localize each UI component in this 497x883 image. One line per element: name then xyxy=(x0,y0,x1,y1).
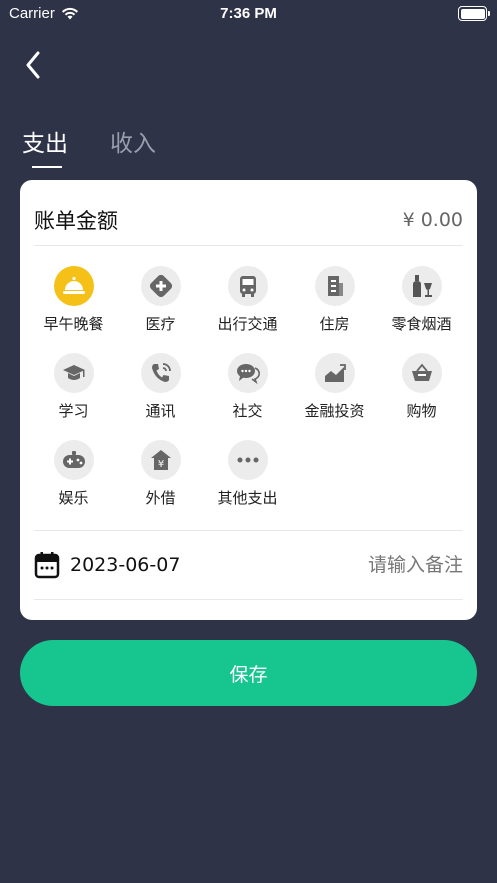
svg-text:¥: ¥ xyxy=(157,459,163,470)
trend-chart-icon xyxy=(314,353,355,393)
category-label: 通讯 xyxy=(145,402,176,420)
bill-card: 账单金额 ¥ 0.00 早午晚餐 医疗 出行交通 住房 零食烟酒 学习 通讯 社… xyxy=(20,180,477,620)
date-note-row: 2023-06-07 xyxy=(34,530,463,600)
building-icon xyxy=(314,266,355,306)
category-other[interactable]: 其他支出 xyxy=(204,440,291,508)
date-value: 2023-06-07 xyxy=(70,554,181,576)
more-dots-icon xyxy=(227,440,268,480)
category-housing[interactable]: 住房 xyxy=(291,266,378,334)
category-dining[interactable]: 早午晚餐 xyxy=(30,266,117,334)
status-time: 7:36 PM xyxy=(220,5,277,22)
category-label: 社交 xyxy=(232,402,263,420)
tab-income-label: 收入 xyxy=(110,131,156,157)
tab-expense[interactable]: 支出 xyxy=(22,124,68,168)
active-tab-indicator xyxy=(32,166,62,168)
chevron-left-icon xyxy=(26,51,40,79)
medical-cross-icon xyxy=(140,266,181,306)
category-snacks[interactable]: 零食烟酒 xyxy=(378,266,465,334)
category-label: 其他支出 xyxy=(217,489,278,507)
category-label: 住房 xyxy=(319,315,350,333)
category-label: 出行交通 xyxy=(217,315,278,333)
yuan-house-icon: ¥ xyxy=(140,440,181,480)
phone-icon xyxy=(140,353,181,393)
category-entertainment[interactable]: 娱乐 xyxy=(30,440,117,508)
category-label: 外借 xyxy=(145,489,176,507)
calendar-icon xyxy=(34,552,60,579)
tab-expense-label: 支出 xyxy=(22,131,68,157)
tab-income[interactable]: 收入 xyxy=(110,124,156,158)
category-communication[interactable]: 通讯 xyxy=(117,353,204,421)
save-button[interactable]: 保存 xyxy=(20,640,477,706)
battery-icon xyxy=(458,6,490,21)
amount-value: ¥ 0.00 xyxy=(402,208,463,231)
category-label: 零食烟酒 xyxy=(391,315,452,333)
category-lending[interactable]: ¥ 外借 xyxy=(117,440,204,508)
amount-label: 账单金额 xyxy=(34,208,118,233)
category-label: 学习 xyxy=(58,402,89,420)
category-label: 娱乐 xyxy=(58,489,89,507)
type-tabs: 支出 收入 xyxy=(22,124,156,168)
gamepad-icon xyxy=(53,440,94,480)
category-study[interactable]: 学习 xyxy=(30,353,117,421)
bottle-glass-icon xyxy=(401,266,442,306)
category-label: 金融投资 xyxy=(304,402,365,420)
dining-bell-icon xyxy=(53,266,94,306)
category-shopping[interactable]: 购物 xyxy=(378,353,465,421)
shopping-basket-icon xyxy=(401,353,442,393)
category-label: 购物 xyxy=(406,402,437,420)
category-social[interactable]: 社交 xyxy=(204,353,291,421)
category-investment[interactable]: 金融投资 xyxy=(291,353,378,421)
amount-row[interactable]: 账单金额 ¥ 0.00 xyxy=(34,194,463,246)
chat-bubbles-icon xyxy=(227,353,268,393)
back-button[interactable] xyxy=(18,48,48,82)
category-label: 早午晚餐 xyxy=(43,315,104,333)
status-bar: Carrier 7:36 PM xyxy=(0,0,497,30)
category-label: 医疗 xyxy=(145,315,176,333)
graduation-cap-icon xyxy=(53,353,94,393)
category-medical[interactable]: 医疗 xyxy=(117,266,204,334)
note-input[interactable] xyxy=(313,554,463,576)
bus-icon xyxy=(227,266,268,306)
category-transport[interactable]: 出行交通 xyxy=(204,266,291,334)
save-button-label: 保存 xyxy=(229,663,268,686)
date-picker[interactable]: 2023-06-07 xyxy=(34,551,180,579)
